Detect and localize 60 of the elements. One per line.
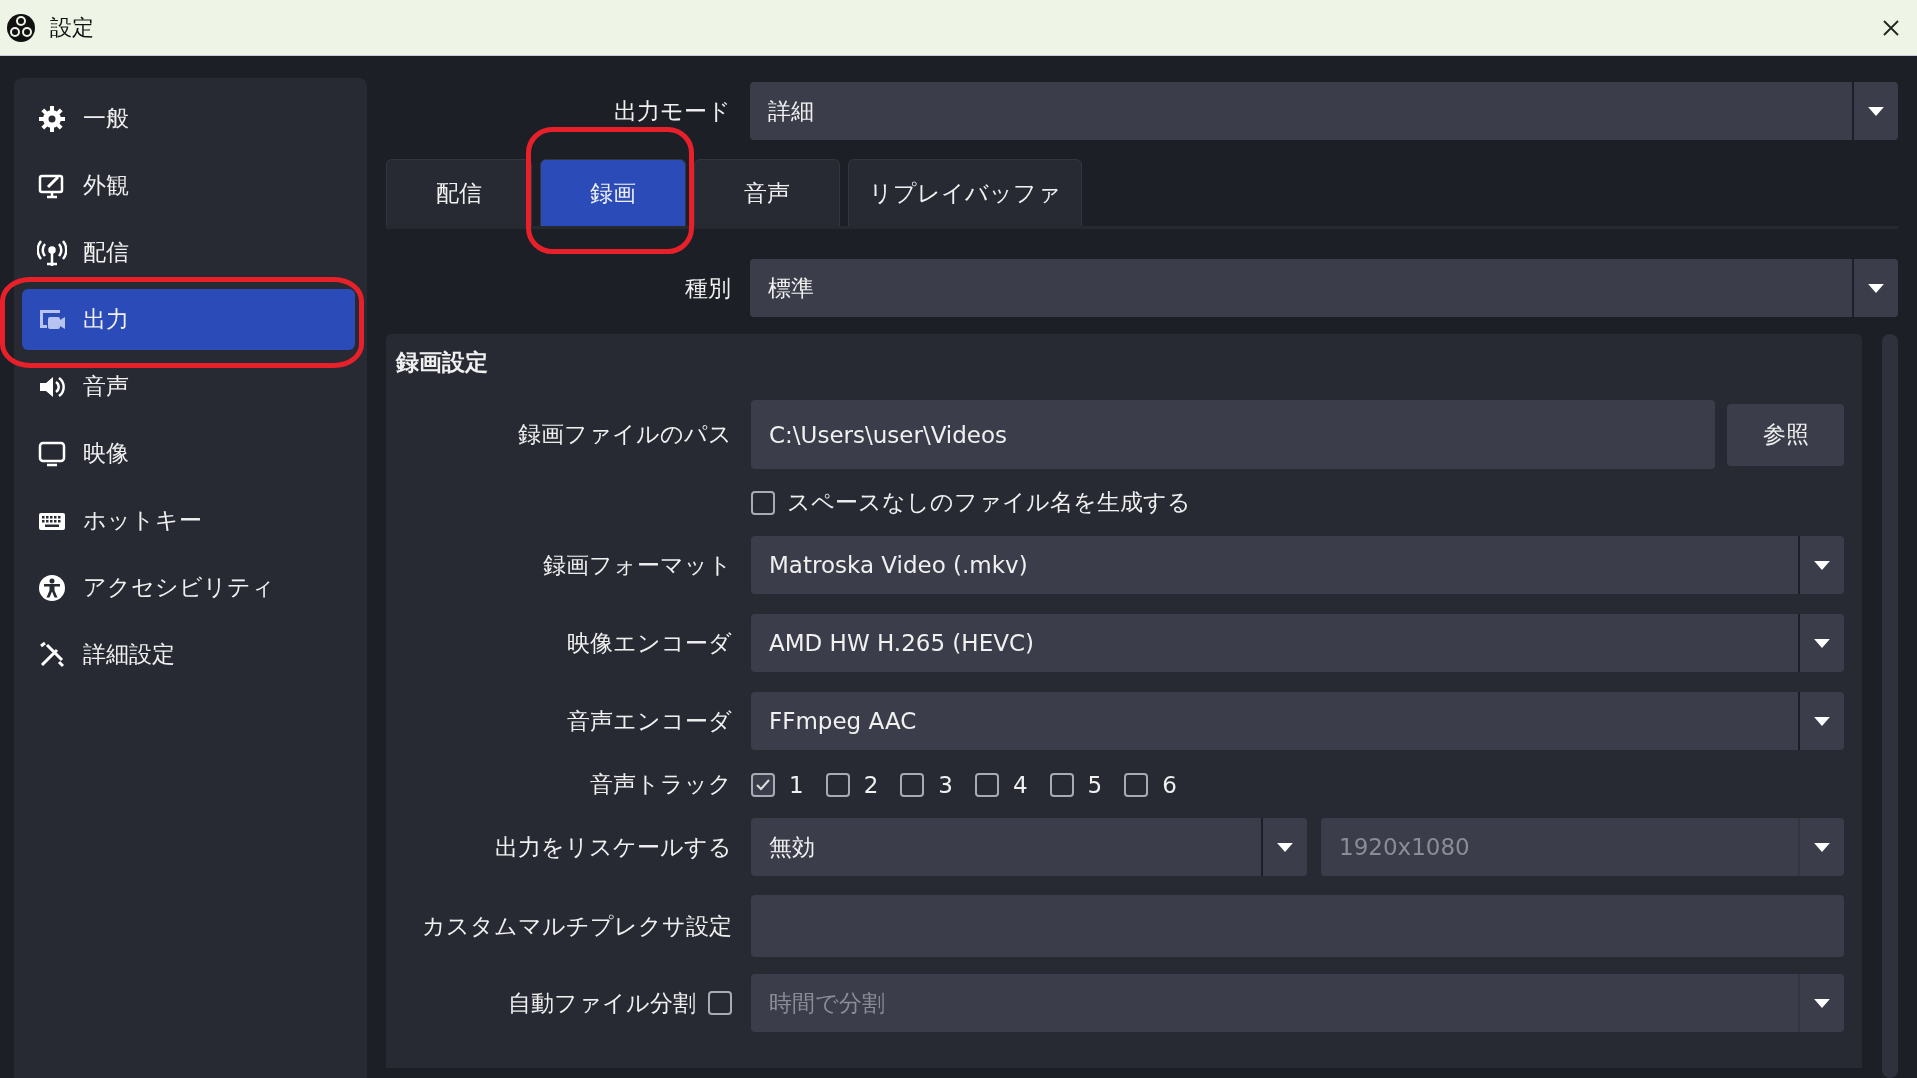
field-label: 音声エンコーダ [566,706,732,736]
checkbox[interactable] [1124,772,1149,797]
gear-icon [37,103,67,134]
checkbox-label: 6 [1162,771,1177,798]
field-label: 出力モード [613,96,731,126]
window-title: 設定 [50,13,94,42]
sidebar-item[interactable]: 外観 [22,155,355,216]
checkbox[interactable] [974,772,999,797]
dropdown[interactable]: 無効 [751,818,1307,876]
checkbox-label: 3 [938,771,953,798]
checkbox[interactable] [751,490,775,515]
caret-icon [1814,638,1830,648]
dropdown[interactable]: Matroska Video (.mkv) [751,536,1844,594]
tab[interactable]: リプレイバッファ [848,159,1082,226]
group-title: 録画設定 [396,348,489,377]
field-label: 録画フォーマット [542,550,732,580]
tab[interactable]: 音声 [694,159,840,226]
field-label: 音声トラック [589,770,732,799]
app-logo-icon [6,12,36,43]
checkbox[interactable] [900,772,925,797]
checkbox-label: 4 [1012,771,1028,798]
field-label: 出力をリスケールする [494,832,732,862]
caret-icon [1277,842,1293,852]
field-label: 録画ファイルのパス [517,420,732,449]
checkbox-label: 5 [1087,771,1103,798]
path-field[interactable]: C:\Users\user\Videos [751,400,1715,469]
sidebar-item[interactable]: ホットキー [22,490,355,551]
tab[interactable]: 録画 [540,159,686,226]
sidebar-item[interactable]: 配信 [22,222,355,283]
sidebar-item[interactable]: 一般 [22,88,355,149]
tools-icon [37,639,67,670]
checkbox[interactable] [751,772,775,797]
caret-icon [1868,283,1884,293]
close-icon[interactable] [1881,17,1901,38]
sidebar-item[interactable]: 音声 [22,356,355,417]
sidebar-item[interactable]: 映像 [22,423,355,484]
dropdown[interactable]: AMD HW H.265 (HEVC) [751,614,1844,672]
caret-icon [1814,560,1830,570]
checkbox-label: 2 [863,771,879,798]
sidebar-item[interactable]: 出力 [22,289,355,350]
sidebar-item[interactable]: アクセシビリティ [22,557,355,618]
caret-icon [1868,106,1884,116]
checkbox[interactable] [1049,772,1074,797]
sidebar-item[interactable]: 詳細設定 [22,624,355,685]
checkbox-label: 1 [789,771,804,798]
field-label: 映像エンコーダ [566,628,732,658]
tab[interactable]: 配信 [386,159,532,226]
caret-icon [1814,998,1830,1008]
checkbox-label: スペースなしのファイル名を生成する [787,488,1191,517]
person-circle-icon [37,572,67,603]
type-dropdown[interactable]: 標準 [750,259,1898,317]
output-mode-dropdown[interactable]: 詳細 [750,82,1898,140]
checkbox[interactable] [825,772,850,797]
caret-icon [1814,716,1830,726]
browse-button[interactable]: 参照 [1727,403,1844,466]
caret-icon [1814,842,1830,852]
field-label: 自動ファイル分割 [508,988,696,1018]
field-label: カスタムマルチプレクサ設定 [421,911,732,941]
dropdown[interactable]: FFmpeg AAC [751,692,1844,750]
field-label: 種別 [684,273,731,303]
